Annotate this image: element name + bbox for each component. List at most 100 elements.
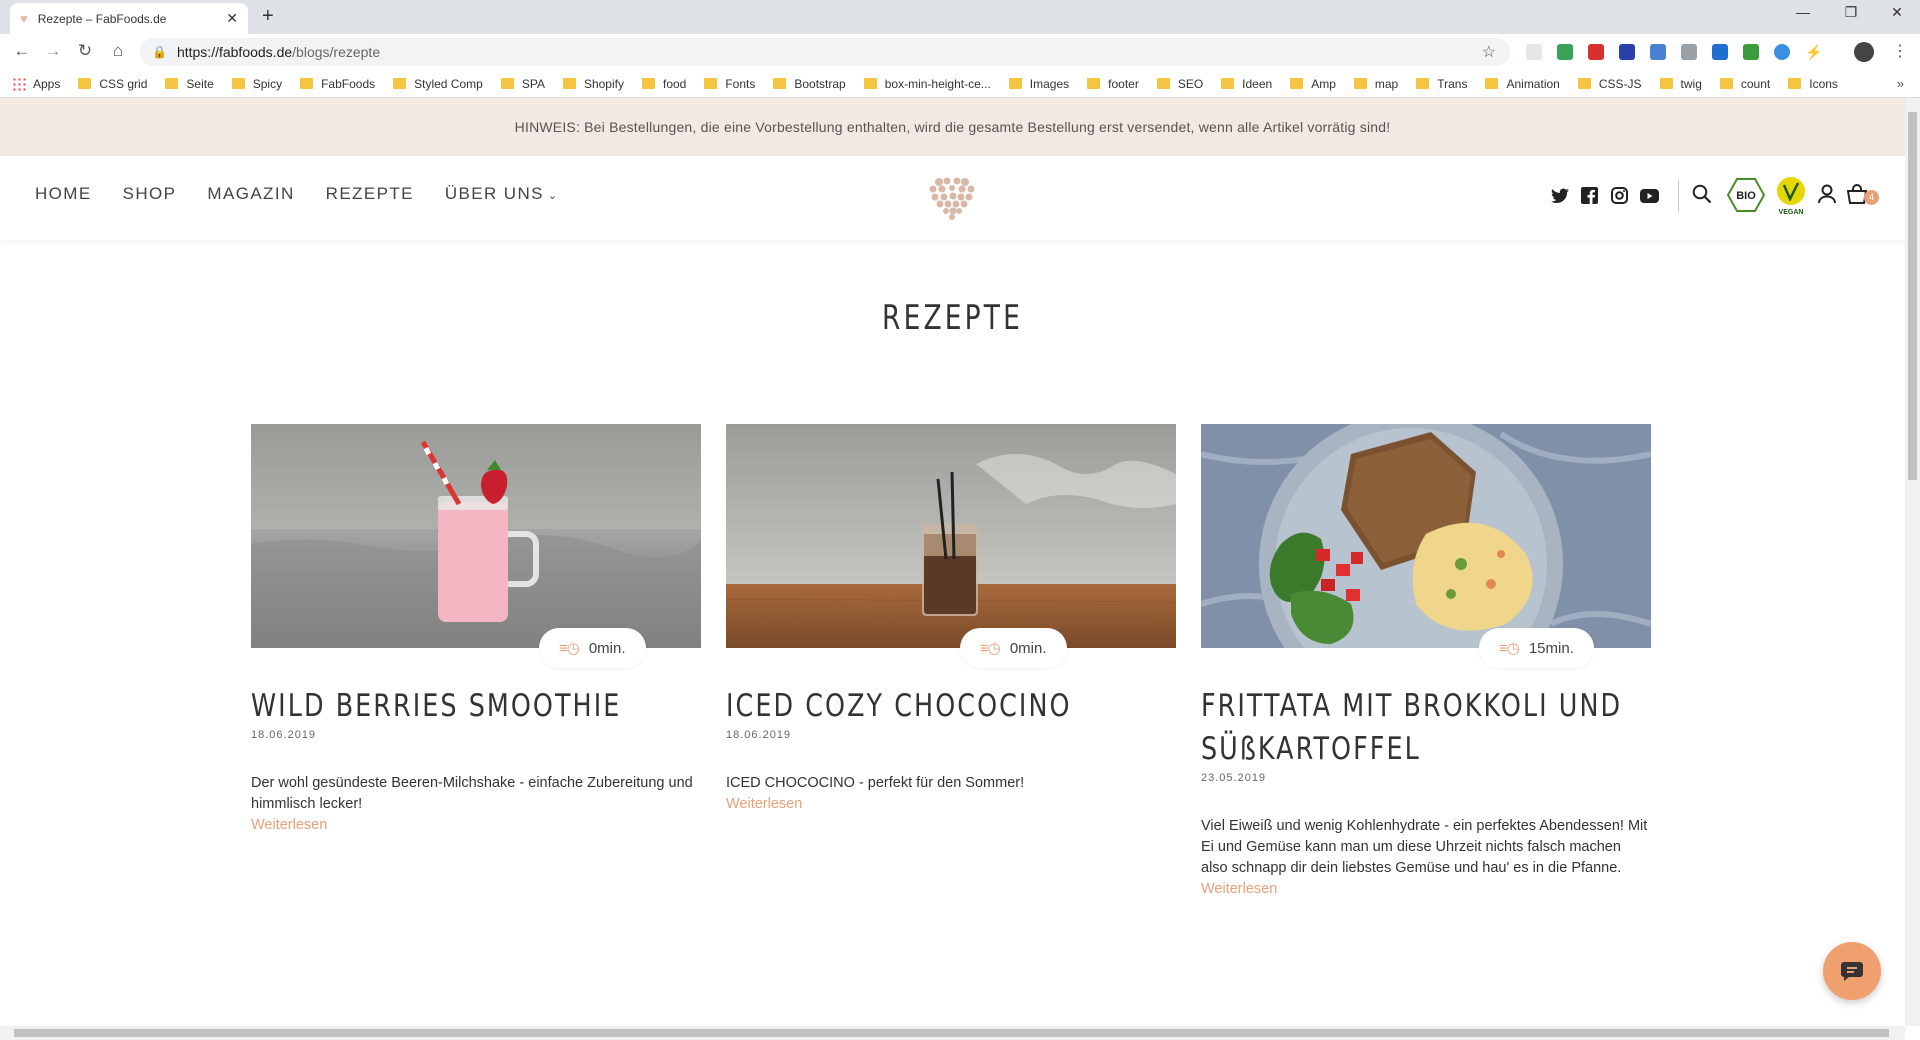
restore-icon[interactable]: ❐ — [1828, 4, 1874, 21]
bookmark-label: Ideen — [1242, 76, 1273, 91]
web-page: HINWEIS: Bei Bestellungen, die eine Vorb… — [0, 98, 1905, 1026]
bookmark-folder[interactable]: Icons — [1788, 77, 1838, 91]
browser-menu-icon[interactable]: ⋮ — [1892, 41, 1908, 61]
search-icon[interactable] — [1692, 184, 1712, 204]
horizontal-scrollbar[interactable] — [0, 1026, 1905, 1040]
account-icon[interactable] — [1818, 184, 1836, 204]
extension-icon[interactable] — [1774, 44, 1790, 60]
smoothie-image[interactable] — [251, 424, 701, 648]
bookmark-label: Seite — [186, 76, 214, 91]
extension-icon[interactable] — [1588, 44, 1604, 60]
bookmark-folder[interactable]: CSS grid — [78, 77, 147, 91]
folder-icon — [1577, 78, 1591, 89]
bookmark-label: footer — [1108, 76, 1139, 91]
twitter-icon[interactable] — [1550, 186, 1569, 205]
address-bar[interactable]: 🔒 https://fabfoods.de/blogs/rezepte ☆ — [140, 38, 1510, 66]
profile-avatar[interactable] — [1854, 42, 1874, 62]
chat-button[interactable] — [1823, 942, 1881, 1000]
extension-icon[interactable] — [1743, 44, 1759, 60]
nav-magazin[interactable]: MAGAZIN — [207, 184, 294, 204]
new-tab-button[interactable]: + — [262, 5, 274, 28]
bookmark-folder[interactable]: Shopify — [562, 77, 624, 91]
minimize-icon[interactable]: — — [1780, 4, 1826, 20]
folder-icon — [863, 78, 877, 89]
extension-icon[interactable] — [1650, 44, 1666, 60]
scrollbar-thumb[interactable] — [14, 1029, 1889, 1037]
tab-close-icon[interactable]: ✕ — [226, 10, 238, 27]
bookmark-folder[interactable]: Fonts — [704, 77, 755, 91]
youtube-icon[interactable] — [1640, 186, 1659, 205]
reload-icon[interactable]: ↻ — [74, 41, 96, 61]
bookmark-folder[interactable]: food — [641, 76, 687, 91]
bio-seal-icon: BIO — [1727, 178, 1765, 212]
nav-home[interactable]: HOME — [35, 184, 92, 204]
bookmark-folder[interactable]: FabFoods — [300, 77, 375, 91]
folder-icon — [1087, 78, 1101, 89]
bookmark-folder[interactable]: Styled Comp — [393, 77, 483, 91]
nav-ueber-uns[interactable]: ÜBER UNS ⌄ — [445, 184, 559, 204]
bookmark-folder[interactable]: Ideen — [1221, 77, 1272, 91]
nav-rezepte[interactable]: REZEPTE — [326, 184, 414, 204]
vertical-scrollbar[interactable] — [1905, 98, 1920, 1026]
recipe-card: ≡◷ 0min. WILD BERRIES SMOOTHIE 18.06.201… — [251, 424, 701, 836]
extension-icon[interactable] — [1681, 44, 1697, 60]
url-host: https://fabfoods.de — [176, 44, 293, 60]
lightning-extension-icon[interactable]: ⚡ — [1805, 44, 1822, 60]
bookmark-folder[interactable]: Amp — [1290, 77, 1336, 91]
extension-icon[interactable] — [1526, 44, 1542, 60]
nav-shop[interactable]: SHOP — [123, 184, 177, 204]
bookmark-folder[interactable]: Animation — [1485, 76, 1560, 91]
browser-tab[interactable]: ♥ Rezepte – FabFoods.de ✕ — [10, 3, 248, 34]
bookmark-folder[interactable]: count — [1719, 77, 1770, 91]
bookmark-folder[interactable]: footer — [1087, 77, 1139, 91]
frittata-image[interactable] — [1200, 412, 1652, 716]
window-close-icon[interactable]: ✕ — [1874, 4, 1920, 21]
bookmark-label: food — [662, 76, 687, 91]
bookmark-folder[interactable]: Images — [1008, 77, 1069, 91]
extension-icon[interactable] — [1557, 44, 1573, 60]
folder-icon — [231, 78, 245, 89]
bookmark-folder[interactable]: Seite — [165, 76, 214, 91]
bookmark-label: map — [1374, 76, 1399, 91]
bookmark-folder[interactable]: box-min-height-ce... — [863, 76, 991, 91]
bookmark-folder[interactable]: twig — [1659, 77, 1702, 91]
facebook-icon[interactable] — [1580, 186, 1599, 205]
folder-icon — [78, 78, 92, 89]
bookmark-label: Animation — [1506, 76, 1560, 91]
bookmark-folder[interactable]: Bootstrap — [773, 77, 846, 91]
chevron-down-icon: ⌄ — [547, 190, 559, 202]
extension-icon[interactable] — [1619, 44, 1635, 60]
bookmark-folder[interactable]: Spicy — [231, 77, 282, 91]
scrollbar-thumb[interactable] — [1908, 112, 1917, 480]
recipe-title[interactable]: ICED COZY CHOCOCINO — [726, 685, 1185, 728]
heart-logo[interactable] — [925, 172, 979, 222]
forward-arrow-icon[interactable]: → — [42, 41, 64, 61]
read-more-link[interactable]: Weiterlesen — [1201, 879, 1651, 900]
chococino-image[interactable] — [725, 424, 1177, 648]
apps-grid-icon — [12, 76, 26, 91]
bookmark-folder[interactable]: SPA — [500, 77, 545, 91]
bookmark-apps[interactable]: Apps — [12, 76, 60, 91]
folder-icon — [1353, 78, 1367, 89]
recipe-date: 18.06.2019 — [251, 729, 317, 741]
bookmark-folder[interactable]: map — [1353, 76, 1399, 91]
page-title: REZEPTE — [882, 298, 1023, 338]
bookmarks-bar: Apps CSS grid Seite Spicy FabFoods Style… — [0, 70, 1920, 98]
bookmark-folder[interactable]: SEO — [1156, 76, 1204, 91]
home-icon[interactable]: ⌂ — [107, 41, 129, 61]
recipe-title[interactable]: WILD BERRIES SMOOTHIE — [251, 685, 710, 728]
read-more-link[interactable]: Weiterlesen — [726, 794, 1176, 815]
bookmark-label: box-min-height-ce... — [884, 76, 991, 91]
bookmark-label: Trans — [1437, 76, 1468, 91]
bookmarks-overflow-icon[interactable]: » — [1897, 76, 1904, 91]
read-more-link[interactable]: Weiterlesen — [251, 815, 701, 836]
extension-icon[interactable] — [1712, 44, 1728, 60]
bookmark-star-icon[interactable]: ☆ — [1482, 42, 1496, 62]
bookmark-folder[interactable]: Trans — [1416, 77, 1467, 91]
recipe-title[interactable]: FRITTATA MIT BROKKOLI UND SÜßKARTOFFEL — [1201, 685, 1660, 771]
instagram-icon[interactable] — [1610, 186, 1629, 205]
folder-icon — [773, 78, 787, 89]
bookmark-folder[interactable]: CSS-JS — [1577, 77, 1642, 91]
bookmark-label: SEO — [1177, 76, 1204, 91]
back-arrow-icon[interactable]: ← — [11, 41, 33, 61]
